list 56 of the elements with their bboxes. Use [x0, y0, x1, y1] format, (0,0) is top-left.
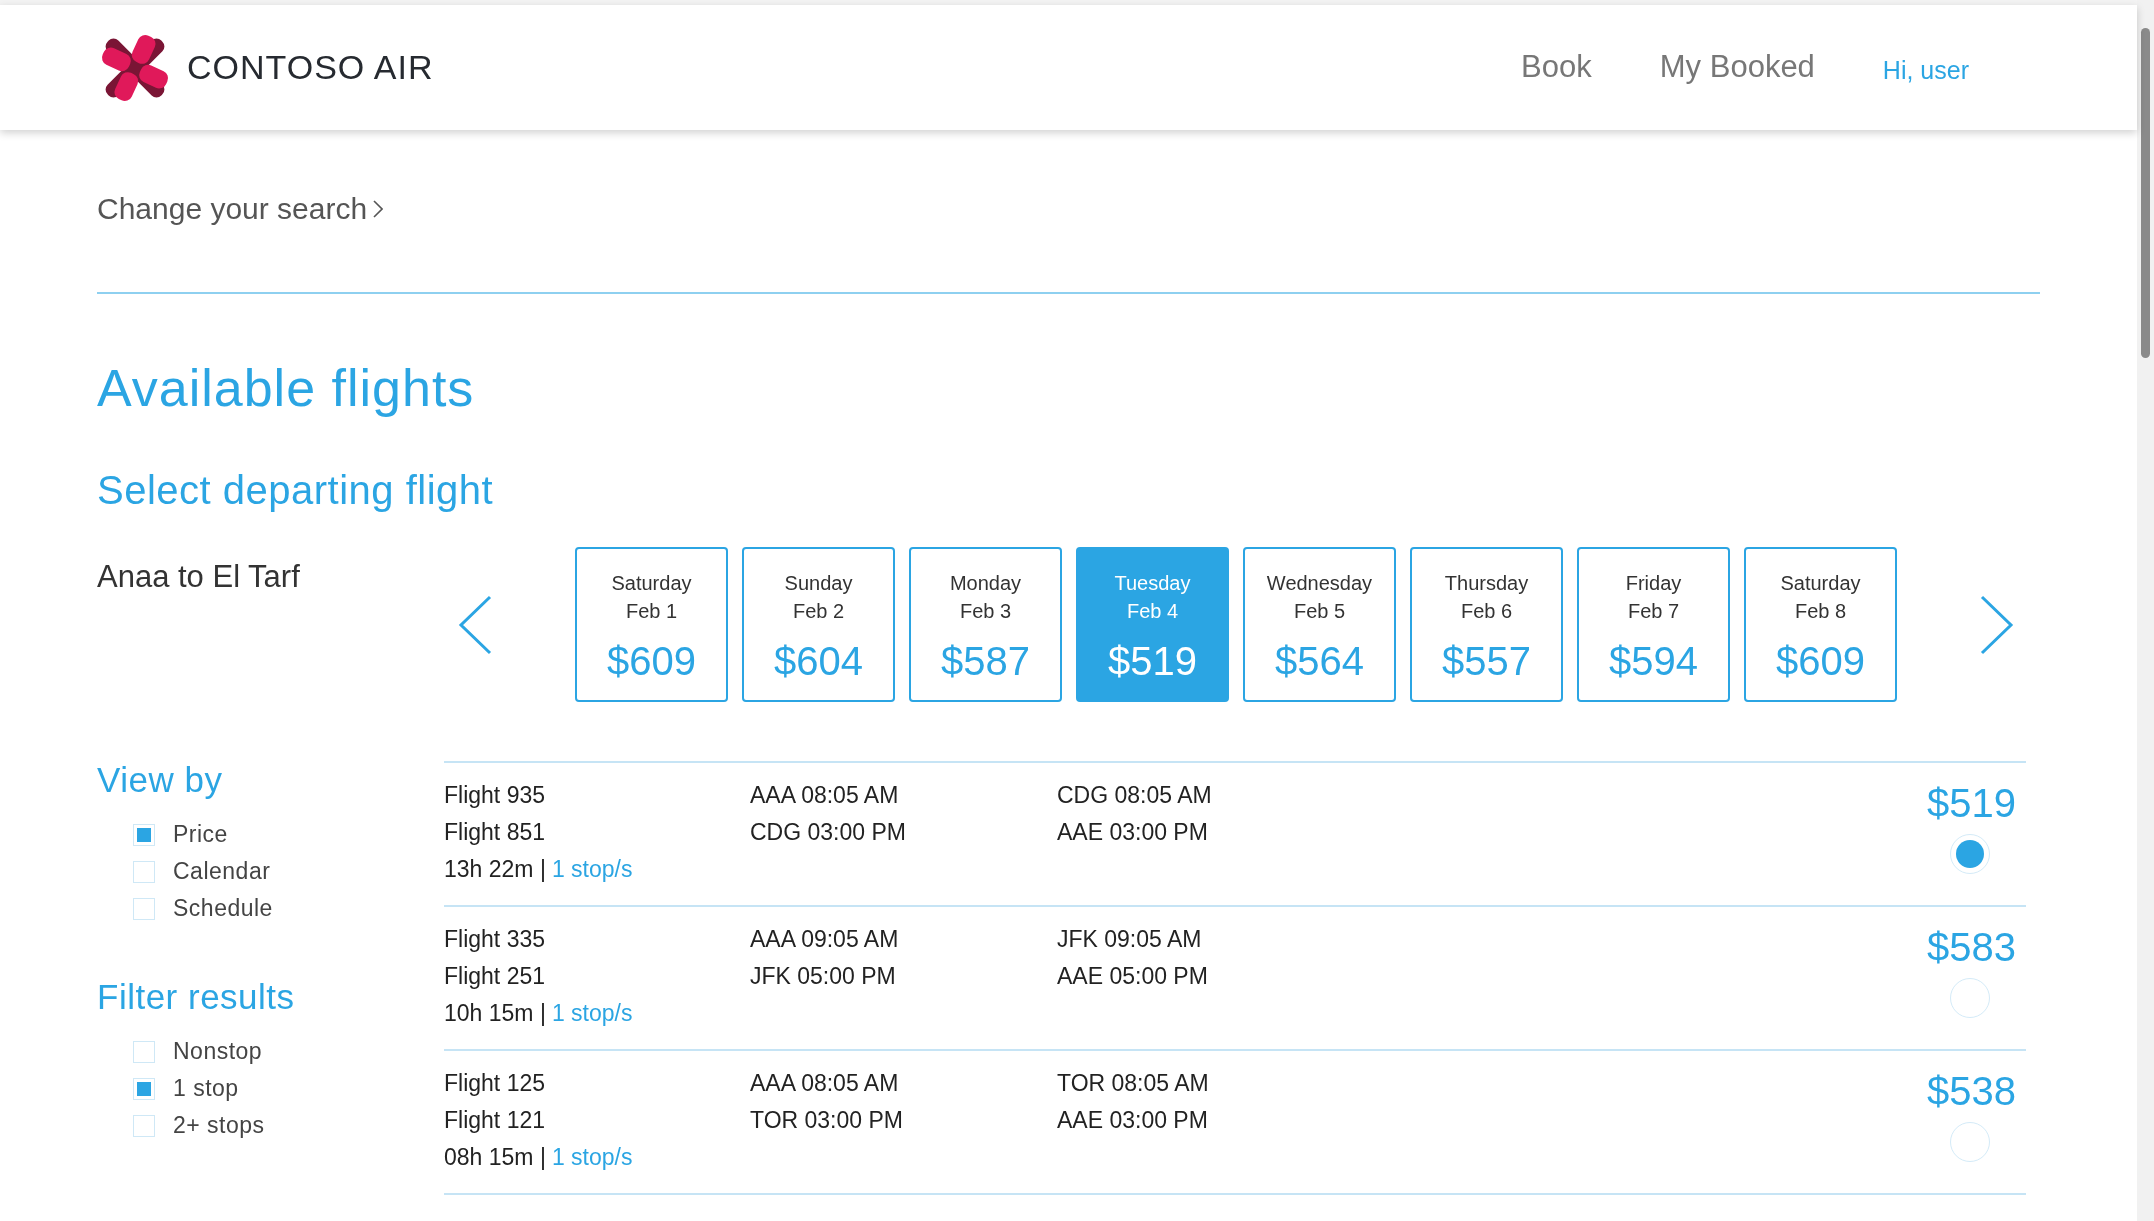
flight-duration: 08h 15m | — [444, 1143, 546, 1172]
checkbox[interactable] — [133, 860, 155, 883]
flight-price: $538 — [1927, 1069, 2016, 1114]
flight-number: Flight 251 — [444, 962, 546, 991]
scrollbar[interactable] — [2137, 0, 2154, 1221]
checkbox[interactable] — [133, 1077, 155, 1100]
change-search-link[interactable]: Change your search — [97, 192, 384, 226]
next-arrow-icon[interactable] — [1980, 594, 2014, 655]
previous-arrow-icon[interactable] — [458, 594, 492, 655]
checkbox[interactable] — [133, 823, 155, 846]
departure-time: AAA 09:05 AM — [750, 925, 900, 954]
flight-duration: 10h 15m | — [444, 999, 546, 1028]
route-label: Anaa to El Tarf — [97, 558, 301, 596]
checkbox-option[interactable]: Schedule — [133, 890, 444, 927]
departure-time: CDG 03:00 PM — [750, 818, 907, 847]
checkbox[interactable] — [133, 897, 155, 920]
flight-price: $519 — [1927, 781, 2016, 826]
page-title: Available flights — [97, 358, 476, 418]
flight-number: Flight 335 — [444, 925, 546, 954]
nav-link[interactable]: My Booked — [1659, 48, 1815, 87]
view-by-title: View by — [97, 760, 224, 800]
arrival-time: AAE 03:00 PM — [1057, 818, 1209, 847]
arrival-time: JFK 09:05 AM — [1057, 925, 1203, 954]
filter-title: Filter results — [97, 977, 296, 1017]
date-card[interactable]: Saturday Feb 8 $609 — [1744, 547, 1897, 702]
chevron-right-icon — [373, 200, 384, 218]
checkbox-option[interactable]: Calendar — [133, 853, 444, 890]
date-card[interactable]: Sunday Feb 2 $604 — [742, 547, 895, 702]
departure-time: AAA 08:05 AM — [750, 781, 900, 810]
flight-number: Flight 121 — [444, 1106, 546, 1135]
flight-number: Flight 935 — [444, 781, 546, 810]
checkbox-option[interactable]: 2+ stops — [133, 1107, 444, 1144]
arrival-time: CDG 08:05 AM — [1057, 781, 1213, 810]
checkbox[interactable] — [133, 1114, 155, 1137]
section-title: Select departing flight — [97, 468, 495, 513]
brand-name: CONTOSO AIR — [187, 48, 434, 87]
flight-price: $583 — [1927, 925, 2016, 970]
arrival-time: TOR 08:05 AM — [1057, 1069, 1210, 1098]
departure-time: JFK 05:00 PM — [750, 962, 897, 991]
date-card[interactable]: Saturday Feb 1 $609 — [575, 547, 728, 702]
date-card[interactable]: Thursday Feb 6 $557 — [1410, 547, 1563, 702]
date-card[interactable]: Friday Feb 7 $594 — [1577, 547, 1730, 702]
flight-duration: 13h 22m | — [444, 855, 546, 884]
departure-time: TOR 03:00 PM — [750, 1106, 904, 1135]
arrival-time: AAE 03:00 PM — [1057, 1106, 1209, 1135]
checkbox-option[interactable]: Nonstop — [133, 1033, 444, 1070]
checkbox-option[interactable]: Price — [133, 816, 444, 853]
flight-number: Flight 851 — [444, 818, 546, 847]
departure-time: AAA 08:05 AM — [750, 1069, 900, 1098]
checkbox[interactable] — [133, 1040, 155, 1063]
date-card[interactable]: Monday Feb 3 $587 — [909, 547, 1062, 702]
checkbox-option[interactable]: 1 stop — [133, 1070, 444, 1107]
arrival-time: AAE 05:00 PM — [1057, 962, 1209, 991]
nav-link[interactable]: Book — [1521, 48, 1592, 87]
flight-number: Flight 125 — [444, 1069, 546, 1098]
date-card[interactable]: Wednesday Feb 5 $564 — [1243, 547, 1396, 702]
